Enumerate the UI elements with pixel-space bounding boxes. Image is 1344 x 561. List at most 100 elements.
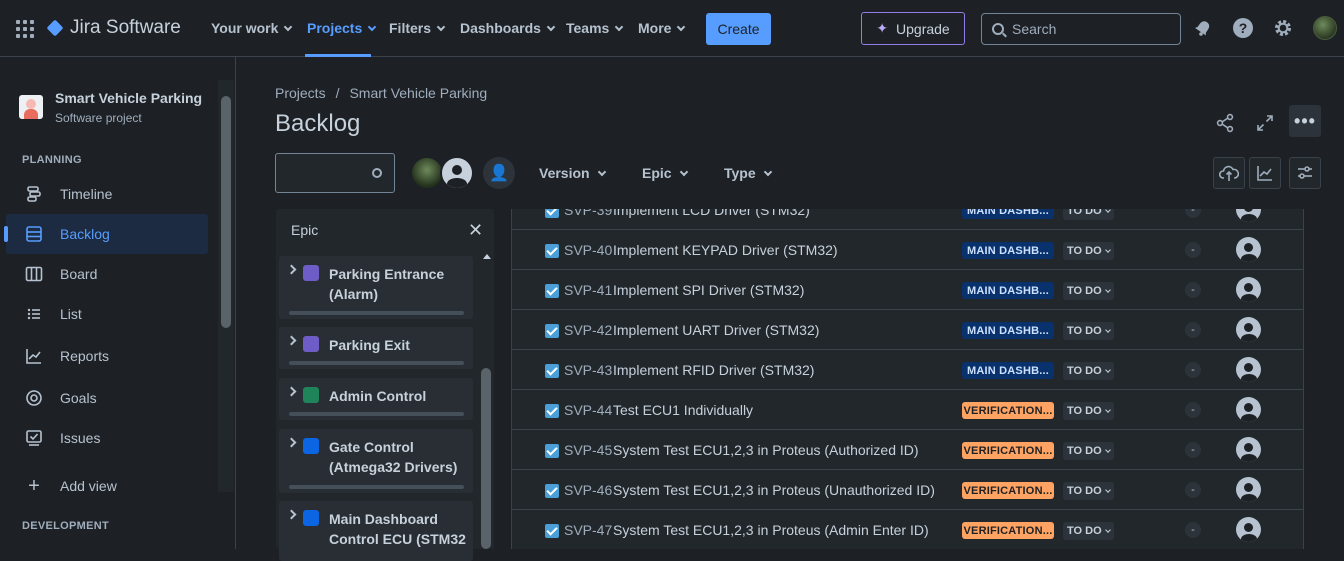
epic-card[interactable]: Main Dashboard Control ECU (STM32	[279, 501, 473, 561]
insights-chart-button[interactable]	[1249, 157, 1281, 189]
status-dropdown[interactable]: TO DO	[1063, 362, 1114, 380]
status-dropdown[interactable]: TO DO	[1063, 322, 1114, 340]
chevron-right-icon[interactable]	[286, 386, 297, 397]
epic-card[interactable]: Gate Control (Atmega32 Drivers)	[279, 429, 473, 493]
story-points[interactable]: -	[1185, 442, 1201, 458]
status-dropdown[interactable]: TO DO	[1063, 209, 1114, 220]
app-switcher-icon[interactable]	[16, 20, 34, 38]
settings-gear-icon[interactable]	[1272, 17, 1294, 39]
epic-card[interactable]: Parking Entrance (Alarm)	[279, 256, 473, 319]
assignee-avatar[interactable]	[1236, 517, 1261, 542]
epic-card[interactable]: Parking Exit	[279, 327, 473, 369]
story-points[interactable]: -	[1185, 242, 1201, 258]
epic-badge[interactable]: MAIN DASHB...	[962, 322, 1054, 339]
cloud-upload-button[interactable]	[1213, 157, 1245, 189]
story-points[interactable]: -	[1185, 362, 1201, 378]
issue-key[interactable]: SVP-44	[564, 402, 612, 418]
view-settings-button[interactable]	[1289, 157, 1321, 189]
epic-badge[interactable]: MAIN DASHB...	[962, 282, 1054, 299]
nav-projects[interactable]: Projects	[307, 20, 377, 36]
status-dropdown[interactable]: TO DO	[1063, 522, 1114, 540]
status-dropdown[interactable]: TO DO	[1063, 482, 1114, 500]
epic-panel-scrollbar-thumb[interactable]	[481, 368, 491, 549]
sidebar-item-board[interactable]: Board	[6, 254, 208, 294]
jira-logo[interactable]: Jira Software	[46, 17, 181, 39]
epic-filter[interactable]: Epic	[642, 165, 688, 181]
add-view-button[interactable]: + Add view	[6, 466, 208, 506]
assignee-avatar[interactable]	[1236, 317, 1261, 342]
chevron-right-icon[interactable]	[286, 335, 297, 346]
table-row[interactable]: SVP-47 System Test ECU1,2,3 in Proteus (…	[512, 510, 1303, 549]
create-button[interactable]: Create	[706, 13, 771, 45]
issue-key[interactable]: SVP-45	[564, 442, 612, 458]
search-input[interactable]: Search	[981, 13, 1181, 45]
table-row[interactable]: SVP-44 Test ECU1 Individually VERIFICATI…	[512, 390, 1303, 430]
breadcrumb-project[interactable]: Smart Vehicle Parking	[349, 85, 487, 101]
project-name[interactable]: Smart Vehicle Parking	[55, 90, 202, 106]
epic-badge[interactable]: VERIFICATION...	[962, 482, 1054, 499]
epic-badge[interactable]: MAIN DASHB...	[962, 362, 1054, 379]
epic-badge[interactable]: VERIFICATION...	[962, 402, 1054, 419]
story-points[interactable]: -	[1185, 402, 1201, 418]
scroll-up-arrow-icon[interactable]	[483, 254, 491, 259]
story-points[interactable]: -	[1185, 522, 1201, 538]
epic-card[interactable]: Admin Control	[279, 378, 473, 420]
chevron-right-icon[interactable]	[286, 264, 297, 275]
story-points[interactable]: -	[1185, 209, 1201, 218]
table-row[interactable]: SVP-45 System Test ECU1,2,3 in Proteus (…	[512, 430, 1303, 470]
assignee-avatar[interactable]	[1236, 357, 1261, 382]
epic-badge[interactable]: MAIN DASHB...	[962, 242, 1054, 259]
status-dropdown[interactable]: TO DO	[1063, 242, 1114, 260]
story-points[interactable]: -	[1185, 482, 1201, 498]
nav-teams[interactable]: Teams	[566, 20, 624, 36]
assignee-avatar[interactable]	[1236, 397, 1261, 422]
more-actions-button[interactable]: •••	[1289, 105, 1321, 137]
assignee-avatar[interactable]	[1236, 237, 1261, 262]
table-row[interactable]: SVP-40 Implement KEYPAD Driver (STM32) M…	[512, 230, 1303, 270]
issue-key[interactable]: SVP-39	[564, 209, 612, 218]
table-row[interactable]: SVP-39 Implement LCD Driver (STM32) MAIN…	[512, 209, 1303, 230]
issue-key[interactable]: SVP-46	[564, 482, 612, 498]
status-dropdown[interactable]: TO DO	[1063, 442, 1114, 460]
add-people-button[interactable]: 👤	[483, 157, 515, 189]
table-row[interactable]: SVP-43 Implement RFID Driver (STM32) MAI…	[512, 350, 1303, 390]
type-filter[interactable]: Type	[724, 165, 772, 181]
fullscreen-icon[interactable]	[1250, 108, 1280, 138]
profile-avatar[interactable]	[1313, 16, 1337, 40]
issue-key[interactable]: SVP-41	[564, 282, 612, 298]
nav-your-work[interactable]: Your work	[211, 20, 293, 36]
nav-dashboards[interactable]: Dashboards	[460, 20, 556, 36]
nav-filters[interactable]: Filters	[389, 20, 446, 36]
help-icon[interactable]: ?	[1232, 17, 1254, 39]
issue-key[interactable]: SVP-43	[564, 362, 612, 378]
upgrade-button[interactable]: ✦ Upgrade	[861, 12, 965, 45]
version-filter[interactable]: Version	[539, 165, 606, 181]
assignee-avatar[interactable]	[1236, 437, 1261, 462]
epic-badge[interactable]: VERIFICATION...	[962, 522, 1054, 539]
table-row[interactable]: SVP-46 System Test ECU1,2,3 in Proteus (…	[512, 470, 1303, 510]
status-dropdown[interactable]: TO DO	[1063, 282, 1114, 300]
assignee-avatar[interactable]	[1236, 477, 1261, 502]
epic-badge[interactable]: MAIN DASHB...	[962, 209, 1054, 219]
backlog-search-input[interactable]	[275, 153, 395, 193]
status-dropdown[interactable]: TO DO	[1063, 402, 1114, 420]
sidebar-item-goals[interactable]: Goals	[6, 378, 208, 418]
story-points[interactable]: -	[1185, 282, 1201, 298]
issue-key[interactable]: SVP-47	[564, 522, 612, 538]
issue-key[interactable]: SVP-40	[564, 242, 612, 258]
table-row[interactable]: SVP-42 Implement UART Driver (STM32) MAI…	[512, 310, 1303, 350]
epic-badge[interactable]: VERIFICATION...	[962, 442, 1054, 459]
sidebar-item-issues[interactable]: Issues	[6, 418, 208, 458]
sidebar-item-backlog[interactable]: Backlog	[4, 214, 208, 254]
sidebar-item-reports[interactable]: Reports	[6, 336, 208, 376]
avatar-unassigned[interactable]	[440, 156, 474, 190]
table-row[interactable]: SVP-41 Implement SPI Driver (STM32) MAIN…	[512, 270, 1303, 310]
sidebar-item-timeline[interactable]: Timeline	[6, 174, 208, 214]
share-icon[interactable]	[1210, 108, 1240, 138]
nav-more[interactable]: More	[638, 20, 686, 36]
close-icon[interactable]: ✕	[468, 220, 483, 241]
assignee-avatar[interactable]	[1236, 277, 1261, 302]
avatar[interactable]	[410, 156, 444, 190]
story-points[interactable]: -	[1185, 322, 1201, 338]
assignee-avatar[interactable]	[1236, 209, 1261, 222]
